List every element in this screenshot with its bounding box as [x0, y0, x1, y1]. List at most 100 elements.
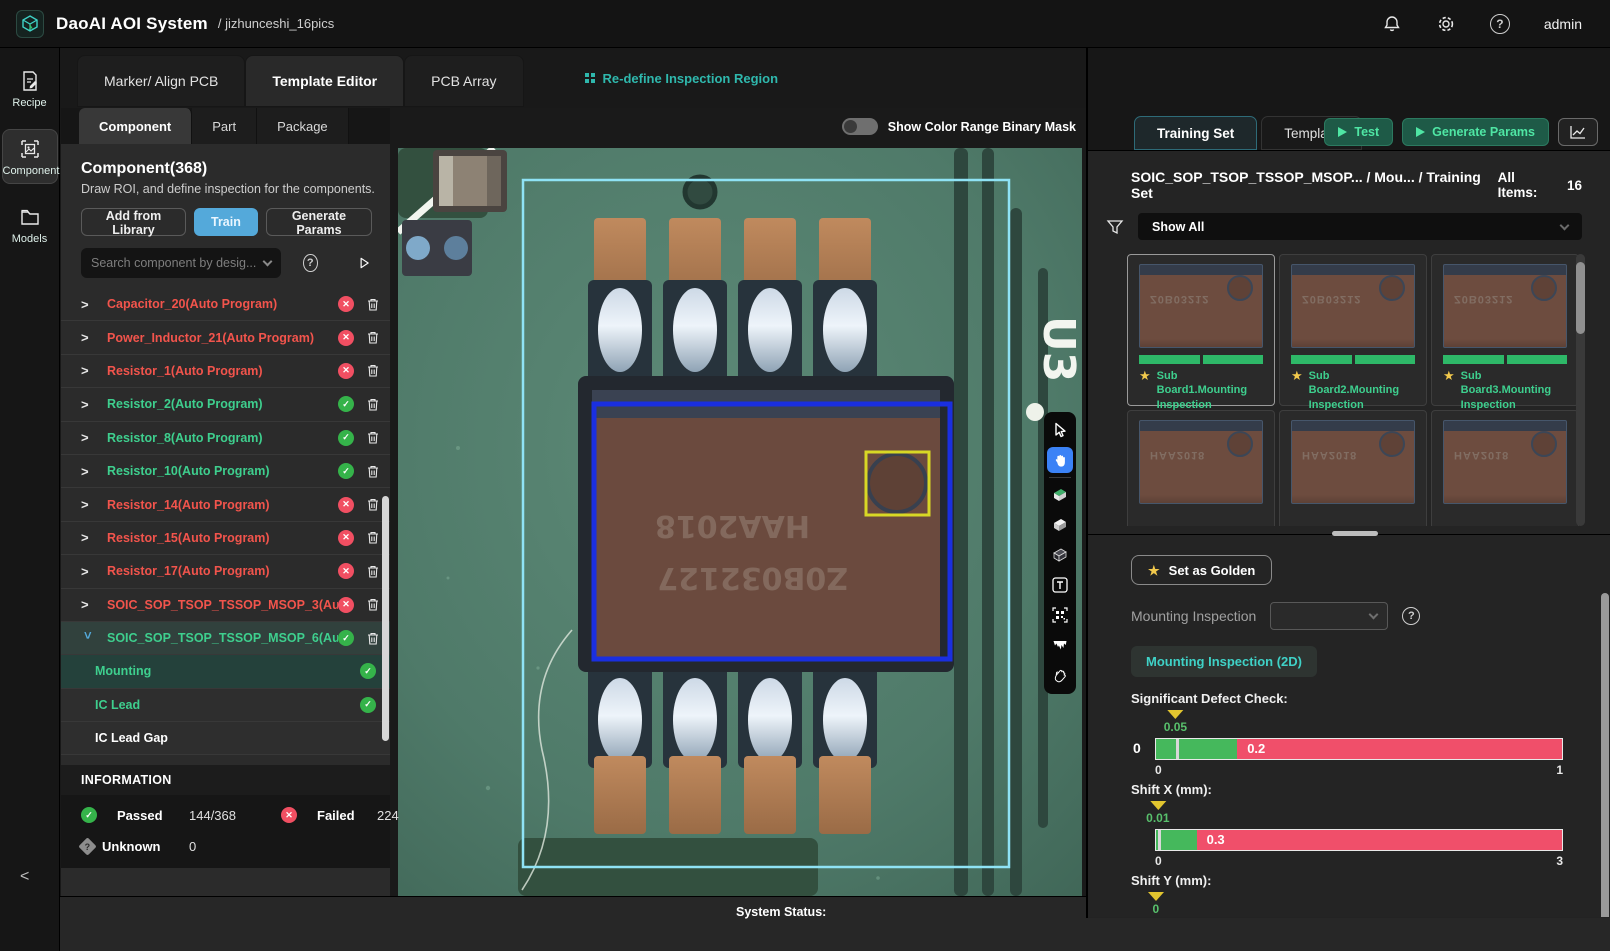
- chip-dark-tool-icon[interactable]: [1047, 542, 1073, 568]
- star-icon: ★: [1139, 369, 1151, 412]
- chevron-right-icon[interactable]: >: [81, 530, 95, 545]
- inspection-item-ic-lead-gap[interactable]: IC Lead Gap: [61, 722, 390, 755]
- trash-icon[interactable]: [366, 297, 380, 312]
- inspection-item-mounting[interactable]: Mounting✓: [61, 655, 390, 688]
- chevron-right-icon[interactable]: >: [81, 464, 95, 479]
- trash-icon[interactable]: [366, 464, 380, 479]
- component-row[interactable]: >Power_Inductor_21(Auto Program)✕: [61, 321, 390, 354]
- shift-x-threshold-bar[interactable]: 0.3: [1155, 829, 1563, 851]
- sample-thumbnail: Z0B03212: [1443, 264, 1567, 348]
- component-row[interactable]: >Resistor_8(Auto Program)✓: [61, 422, 390, 455]
- settings-gear-icon[interactable]: [1436, 14, 1456, 34]
- redefine-inspection-region-link[interactable]: Re-define Inspection Region: [584, 71, 779, 86]
- training-sample-card[interactable]: HAA2018: [1279, 410, 1427, 526]
- trash-icon[interactable]: [366, 430, 380, 445]
- training-sample-card[interactable]: Z0B03212 ★ Sub Board3.Mounting Inspectio…: [1431, 254, 1579, 406]
- component-row-expanded[interactable]: >SOIC_SOP_TSOP_TSSOP_MSOP_6(Au...✓: [61, 622, 390, 655]
- training-sample-card[interactable]: HAA2018: [1431, 410, 1579, 526]
- inspection-params-section: ★ Set as Golden Mounting Inspection ? Mo…: [1088, 535, 1610, 917]
- component-row[interactable]: >Resistor_15(Auto Program)✕: [61, 522, 390, 555]
- tab-training-set[interactable]: Training Set: [1134, 116, 1257, 150]
- pan-hand-tool-icon[interactable]: [1047, 447, 1073, 473]
- sidebar-item-recipe[interactable]: Recipe: [2, 62, 58, 115]
- panel-drag-handle[interactable]: [1332, 531, 1378, 536]
- chevron-right-icon[interactable]: >: [81, 397, 95, 412]
- help-icon[interactable]: ?: [1402, 607, 1420, 625]
- notifications-bell-icon[interactable]: [1382, 14, 1402, 34]
- trash-icon[interactable]: [366, 631, 380, 646]
- text-tool-icon[interactable]: [1047, 572, 1073, 598]
- training-sample-card[interactable]: Z0B03212 ★ Sub Board2.Mounting Inspectio…: [1279, 254, 1427, 406]
- defect-threshold-bar[interactable]: 0.2: [1155, 738, 1563, 760]
- run-play-icon[interactable]: [358, 255, 371, 271]
- tab-mounting-inspection-2d[interactable]: Mounting Inspection (2D): [1131, 646, 1317, 677]
- tab-component[interactable]: Component: [79, 108, 192, 144]
- score-bars: [1139, 355, 1263, 364]
- params-scrollbar[interactable]: [1601, 593, 1609, 917]
- hand-draw-tool-icon[interactable]: [1047, 662, 1073, 688]
- trash-icon[interactable]: [366, 497, 380, 512]
- help-icon[interactable]: ?: [1490, 14, 1510, 34]
- component-green-tool-icon[interactable]: [1047, 482, 1073, 508]
- cursor-select-tool-icon[interactable]: [1047, 417, 1073, 443]
- chevron-right-icon[interactable]: >: [81, 297, 95, 312]
- thumbnail-scrollbar[interactable]: [1576, 262, 1585, 334]
- trash-icon[interactable]: [366, 530, 380, 545]
- trash-icon[interactable]: [366, 597, 380, 612]
- trash-icon[interactable]: [366, 564, 380, 579]
- fiducial-qr-tool-icon[interactable]: [1047, 602, 1073, 628]
- trash-icon[interactable]: [366, 330, 380, 345]
- threshold-marker[interactable]: 0.01: [1146, 801, 1169, 825]
- chevron-right-icon[interactable]: >: [81, 597, 95, 612]
- user-menu[interactable]: admin: [1544, 16, 1582, 32]
- tab-part[interactable]: Part: [192, 108, 257, 144]
- component-white-tool-icon[interactable]: [1047, 512, 1073, 538]
- component-list-scrollbar[interactable]: [382, 496, 389, 741]
- add-from-library-button[interactable]: Add from Library: [81, 208, 186, 236]
- threshold-marker[interactable]: 0: [1148, 892, 1164, 916]
- trash-icon[interactable]: [366, 363, 380, 378]
- status-passed-icon: ✓: [360, 697, 376, 713]
- chevron-right-icon[interactable]: >: [81, 430, 95, 445]
- pcb-image[interactable]: Z0B032127 HAA2018 U3: [398, 148, 1082, 896]
- failed-icon: ✕: [281, 807, 297, 823]
- component-row[interactable]: >Resistor_2(Auto Program)✓: [61, 388, 390, 421]
- chevron-expanded-icon[interactable]: >: [81, 631, 96, 645]
- chevron-right-icon[interactable]: >: [81, 330, 95, 345]
- trash-icon[interactable]: [366, 397, 380, 412]
- tab-pcb-array[interactable]: PCB Array: [404, 55, 523, 107]
- component-row[interactable]: >SOIC_SOP_TSOP_TSSOP_MSOP_3(Au...✕: [61, 589, 390, 622]
- component-row[interactable]: >Resistor_14(Auto Program)✕: [61, 488, 390, 521]
- tab-template-editor[interactable]: Template Editor: [245, 55, 404, 107]
- status-failed-icon: ✕: [338, 363, 354, 379]
- collapse-panel-chevron[interactable]: <: [20, 868, 29, 886]
- set-as-golden-button[interactable]: ★ Set as Golden: [1131, 555, 1272, 585]
- train-button[interactable]: Train: [194, 208, 258, 236]
- search-component-select[interactable]: Search component by desig...: [81, 248, 281, 278]
- tab-marker-align-pcb[interactable]: Marker/ Align PCB: [77, 55, 245, 107]
- threshold-marker[interactable]: 0.05: [1164, 710, 1187, 734]
- training-sample-card[interactable]: HAA2018: [1127, 410, 1275, 526]
- statistics-chart-button[interactable]: [1558, 118, 1598, 146]
- sidebar-item-models[interactable]: Models: [2, 198, 58, 251]
- generate-params-button[interactable]: Generate Params: [1402, 118, 1549, 146]
- test-button[interactable]: Test: [1324, 118, 1393, 146]
- training-sample-card[interactable]: Z0B03212 ★ Sub Board1.Mounting Inspectio…: [1127, 254, 1275, 406]
- sidebar-item-component[interactable]: Component: [2, 129, 58, 184]
- chevron-right-icon[interactable]: >: [81, 363, 95, 378]
- tab-package[interactable]: Package: [257, 108, 349, 144]
- chevron-right-icon[interactable]: >: [81, 497, 95, 512]
- show-all-filter-select[interactable]: Show All: [1138, 213, 1582, 240]
- inspection-item-ic-lead[interactable]: IC Lead✓: [61, 689, 390, 722]
- help-icon[interactable]: ?: [303, 254, 318, 272]
- component-row[interactable]: >Resistor_1(Auto Program)✕: [61, 355, 390, 388]
- component-row[interactable]: >Capacitor_20(Auto Program)✕: [61, 288, 390, 321]
- inspection-canvas[interactable]: Show Color Range Binary Mask: [390, 108, 1086, 896]
- mounting-inspection-select[interactable]: [1270, 602, 1388, 630]
- component-row[interactable]: >Resistor_10(Auto Program)✓: [61, 455, 390, 488]
- chevron-right-icon[interactable]: >: [81, 564, 95, 579]
- component-row[interactable]: >Resistor_17(Auto Program)✕: [61, 555, 390, 588]
- color-range-mask-toggle[interactable]: [842, 118, 878, 135]
- ic-leads-tool-icon[interactable]: [1047, 632, 1073, 658]
- generate-params-button[interactable]: Generate Params: [266, 208, 372, 236]
